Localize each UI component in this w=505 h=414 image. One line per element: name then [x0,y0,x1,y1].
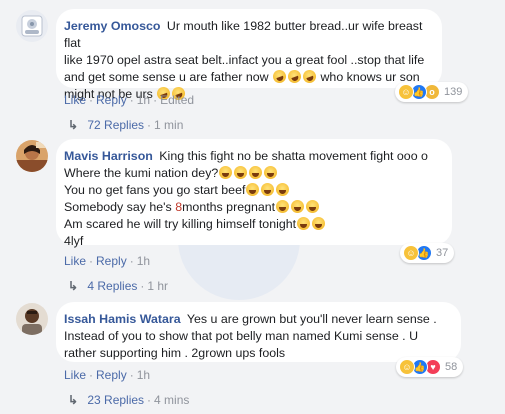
comment-text-line: months pregnant [182,200,276,214]
separator-dot: · [129,254,134,268]
haha-icon: ☺ [398,84,414,100]
like-link[interactable]: Like [64,254,86,268]
avatar[interactable] [16,303,48,335]
view-replies[interactable]: ↳ 72 Replies · 1 min [68,118,183,132]
reaction-count: 37 [436,247,449,259]
comment-author[interactable]: Mavis Harrison [64,149,153,163]
avatar[interactable] [16,140,48,172]
replies-count-link[interactable]: 4 Replies [87,279,137,293]
comment-text-line: Am scared he will try killing himself to… [64,217,297,231]
avatar[interactable] [16,10,48,42]
laughing-emoji-icon [297,217,311,230]
reaction-summary[interactable]: ☺ 👍 37 [400,243,455,263]
laughing-emoji-icon [249,166,263,179]
rofl-emoji-icon [301,68,318,85]
replies-time: 1 min [154,118,184,132]
reply-arrow-icon: ↳ [68,279,79,293]
replies-count-link[interactable]: 72 Replies [87,118,144,132]
haha-icon: ☺ [399,359,415,375]
comment-actions: Like · Reply · 1h · Edited [64,93,194,107]
separator-dot: · [140,279,145,293]
reply-link[interactable]: Reply [96,93,127,107]
reaction-summary[interactable]: ☺ 👍 ♥ 58 [396,357,464,377]
comment-time[interactable]: 1h [137,368,150,382]
rofl-emoji-icon [271,68,288,85]
like-link[interactable]: Like [64,368,86,382]
laughing-emoji-icon [234,166,248,179]
like-link[interactable]: Like [64,93,86,107]
separator-dot: · [147,393,152,407]
comment-text-line: Somebody say he's [64,200,176,214]
comment-author[interactable]: Jeremy Omosco [64,19,160,33]
separator-dot: · [89,254,94,268]
laughing-emoji-icon [312,217,326,230]
haha-icon: ☺ [403,245,419,261]
laughing-emoji-icon [261,183,275,196]
separator-dot: · [89,368,94,382]
comment-actions: Like · Reply · 1h [64,368,150,382]
comment-text-line: and get some sense u are father now [64,70,269,84]
comment-text-line: You no get fans you go start beef [64,183,246,197]
separator-dot: · [129,368,134,382]
replies-time: 4 mins [154,393,190,407]
laughing-emoji-icon [306,200,320,213]
comment-bubble: Mavis Harrison King this fight no be sha… [56,139,452,248]
view-replies[interactable]: ↳ 23 Replies · 4 mins [68,393,189,407]
laughing-emoji-icon [264,166,278,179]
reaction-count: 139 [444,86,463,98]
laughing-emoji-icon [276,183,290,196]
laughing-emoji-icon [291,200,305,213]
comment-author[interactable]: Issah Hamis Watara [64,312,181,326]
laughing-emoji-icon [276,200,290,213]
comment-text-line: Yes u are grown but you'll never learn s… [186,312,437,326]
edited-label[interactable]: Edited [160,93,194,107]
separator-dot: · [147,118,152,132]
reply-arrow-icon: ↳ [68,118,79,132]
reply-link[interactable]: Reply [96,368,127,382]
comment-actions: Like · Reply · 1h [64,254,150,268]
comment-bubble: Issah Hamis Watara Yes u are grown but y… [56,302,461,362]
reaction-count: 58 [445,361,458,373]
laughing-emoji-icon [219,166,233,179]
comment-text-line: Instead of you to show that pot belly ma… [64,329,419,343]
reply-arrow-icon: ↳ [68,393,79,407]
view-replies[interactable]: ↳ 4 Replies · 1 hr [68,279,168,293]
comment-time[interactable]: 1h [137,254,150,268]
separator-dot: · [153,93,158,107]
comment-text-line: 4lyf [64,234,84,248]
comment-time[interactable]: 1h [137,93,150,107]
rofl-emoji-icon [286,68,303,85]
replies-time: 1 hr [147,279,169,293]
separator-dot: · [89,93,94,107]
reply-link[interactable]: Reply [96,254,127,268]
comment-text-line: rather supporting him . 2grown ups fools [64,346,286,360]
comment-text-line: like 1970 opel astra seat belt..infact y… [64,53,425,67]
comment-text-line: King this fight no be shatta movement fi… [159,149,428,163]
separator-dot: · [129,93,134,107]
laughing-emoji-icon [246,183,260,196]
comment-bubble: Jeremy Omosco Ur mouth like 1982 butter … [56,9,442,102]
reaction-summary[interactable]: ☺ 👍 o 139 [395,82,469,102]
comment-text-line: Where the kumi nation dey? [64,166,219,180]
replies-count-link[interactable]: 23 Replies [87,393,144,407]
